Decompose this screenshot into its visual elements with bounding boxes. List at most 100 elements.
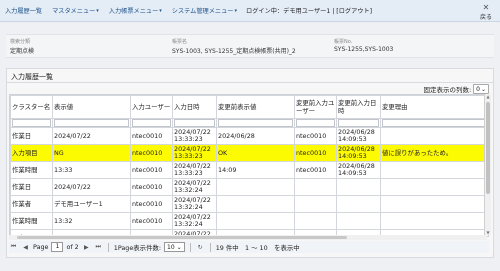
form-name-label: 帳票名 xyxy=(172,39,188,45)
column-filter-input[interactable] xyxy=(338,119,379,127)
cell-date: 2024/07/22 13:32:24 xyxy=(172,178,217,196)
history-grid: クラスター名 表示値 入力ユーザー 入力日時 変更前表示値 変更前入力ユーザー 変更前入力日… xyxy=(9,94,489,237)
next-page-icon[interactable]: ▶ xyxy=(82,243,91,252)
cell-value: 2024/07/22 xyxy=(52,178,131,196)
caret-down-icon: ▾ xyxy=(234,7,238,14)
per-page-label: 1Page表示件数: xyxy=(113,243,162,252)
cell-cluster: 作業者 xyxy=(10,195,53,213)
cell-value: デモ用ユーザー1 xyxy=(52,195,131,213)
menu-item-1[interactable]: マスタメニュー ▾ xyxy=(47,6,104,16)
cell-prev-date xyxy=(336,212,381,230)
column-filter-input[interactable] xyxy=(174,119,215,127)
cell-user: ntec0010 xyxy=(130,127,173,145)
fixed-columns-label: 固定表示の列数: xyxy=(423,86,472,94)
cell-prev-date: 2024/06/28 14:09:53 xyxy=(336,161,381,179)
fixed-columns-value: 0 xyxy=(476,85,480,93)
column-filter-input[interactable] xyxy=(132,119,171,127)
per-page-value: 10 xyxy=(167,243,175,251)
cell-user: ntec0010 xyxy=(130,212,173,230)
table-row[interactable]: 作業日 2024/07/22 ntec0010 2024/07/22 13:33:23… xyxy=(10,127,488,145)
column-header[interactable]: クラスター名 xyxy=(10,95,53,119)
caret-down-icon: ▾ xyxy=(159,7,162,14)
cell-prev-user xyxy=(294,212,337,230)
scrollbar-thumb[interactable] xyxy=(486,102,490,194)
menu-item-3[interactable]: システム管理メニュー ▾ xyxy=(167,6,242,16)
cell-prev-value xyxy=(216,195,295,213)
cell-reason xyxy=(380,212,488,230)
cell-date: 2024/07/22 13:33:23 xyxy=(172,127,217,145)
vertical-scrollbar[interactable]: ▲ ▼ xyxy=(484,94,491,235)
top-menu-bar: 入力履歴一覧 マスタメニュー ▾ 入力帳票メニュー ▾ システム管理メニュー ▾ ログイン中… xyxy=(0,0,500,22)
menu-item-0[interactable]: 入力履歴一覧 xyxy=(0,6,47,15)
column-header[interactable]: 入力ユーザー xyxy=(130,95,173,119)
pager: ⏮ ◀ Page 1 of 2 ▶ ⏭ 1Page表示件数: 10 ⌄ ↻ 19… xyxy=(9,241,489,253)
column-header[interactable]: 変更前入力日時 xyxy=(336,95,381,119)
cell-cluster: 作業日 xyxy=(10,178,53,196)
last-page-icon[interactable]: ⏭ xyxy=(94,243,103,252)
refresh-icon[interactable]: ↻ xyxy=(196,243,205,252)
cell-value: 13:33 xyxy=(52,161,131,179)
cell-prev-value: OK xyxy=(216,144,295,162)
cell-user: ntec0010 xyxy=(130,161,173,179)
cell-cluster: 作業日 xyxy=(10,127,53,145)
close-icon: ✕ xyxy=(482,3,490,12)
form-kind-label: 検索分類 xyxy=(10,39,31,45)
cell-prev-value: 14:09 xyxy=(216,161,295,179)
page-label: Page xyxy=(33,243,49,251)
table-row[interactable]: 作業者 デモ用ユーザー1 ntec0010 2024/07/22 13:32:24 xyxy=(10,195,488,213)
column-header[interactable]: 入力日時 xyxy=(172,95,217,119)
form-code-label: 帳票No. xyxy=(334,39,353,45)
column-header[interactable]: 変更前表示値 xyxy=(216,95,295,119)
filter-cell xyxy=(130,118,173,128)
prev-page-icon[interactable]: ◀ xyxy=(21,243,30,252)
column-filter-input[interactable] xyxy=(12,119,51,127)
divider xyxy=(189,242,191,252)
main-menu: 入力履歴一覧 マスタメニュー ▾ 入力帳票メニュー ▾ システム管理メニュー ▾ xyxy=(0,6,242,16)
scroll-up-icon[interactable]: ▲ xyxy=(485,94,491,99)
page-input[interactable]: 1 xyxy=(51,242,64,252)
per-page-select[interactable]: 10 ⌄ xyxy=(164,242,185,252)
horizontal-scrollbar[interactable] xyxy=(9,235,487,240)
first-page-icon[interactable]: ⏮ xyxy=(9,243,18,252)
cell-cluster: 入力項目 xyxy=(10,144,53,162)
column-filter-input[interactable] xyxy=(296,119,335,127)
cell-user: ntec0010 xyxy=(130,144,173,162)
column-header[interactable]: 変更理由 xyxy=(380,95,488,119)
fixed-columns-control: 固定表示の列数: 0 ⌄ xyxy=(423,84,489,94)
filter-cell xyxy=(336,118,381,128)
form-info-panel: 検索分類 定期点検 帳票名 SYS-1003, SYS-1255_定期点検帳票(… xyxy=(6,34,494,58)
cell-date: 2024/07/22 13:32:24 xyxy=(172,212,217,230)
table-row[interactable]: 作業日 2024/07/22 ntec0010 2024/07/22 13:32:24 xyxy=(10,178,488,196)
page-of-label: of 2 xyxy=(66,243,79,251)
cell-reason xyxy=(380,178,488,196)
cell-user: ntec0010 xyxy=(130,178,173,196)
menu-item-2[interactable]: 入力帳票メニュー ▾ xyxy=(104,6,167,16)
column-filter-input[interactable] xyxy=(382,119,487,127)
history-card: 入力履歴一覧 固定表示の列数: 0 ⌄ クラスター名 表示値 入力ユーザー 入力日時変… xyxy=(6,68,494,258)
filter-cell xyxy=(216,118,295,128)
menu-item-label: 入力帳票メニュー xyxy=(108,8,159,15)
caret-down-icon: ▾ xyxy=(96,7,99,14)
table-row[interactable]: 作業時間 13:33 ntec0010 2024/07/22 13:33:23 14:0… xyxy=(10,161,488,179)
column-filter-input[interactable] xyxy=(218,119,293,127)
column-filter-input[interactable] xyxy=(54,119,129,127)
cell-prev-user xyxy=(294,178,337,196)
column-header[interactable]: 変更前入力ユーザー xyxy=(294,95,337,119)
card-title: 入力履歴一覧 xyxy=(11,73,53,81)
column-header[interactable]: 表示値 xyxy=(52,95,131,119)
cell-user: ntec0010 xyxy=(130,195,173,213)
cell-prev-user: ntec0010 xyxy=(294,127,337,145)
fixed-columns-select[interactable]: 0 ⌄ xyxy=(473,84,489,94)
chevron-down-icon: ⌄ xyxy=(176,243,182,251)
cell-reason: 値に誤りがあったため。 xyxy=(380,144,488,162)
menu-item-label: システム管理メニュー xyxy=(171,8,234,15)
cell-prev-user xyxy=(294,195,337,213)
table-row[interactable]: 入力項目 NG ntec0010 2024/07/22 13:33:23 OK ntec0… xyxy=(10,144,488,162)
filter-cell xyxy=(380,118,488,128)
cell-date: 2024/07/22 13:33:23 xyxy=(172,144,217,162)
record-summary: 19 件中 1 ～ 10 を表示中 xyxy=(215,243,300,252)
horizontal-scrollbar-thumb[interactable] xyxy=(17,236,347,239)
menu-item-label: 入力履歴一覧 xyxy=(5,8,43,15)
table-row[interactable]: 作業時間 13:32 ntec0010 2024/07/22 13:32:24 xyxy=(10,212,488,230)
back-button[interactable]: ✕ 戻る xyxy=(480,3,492,22)
